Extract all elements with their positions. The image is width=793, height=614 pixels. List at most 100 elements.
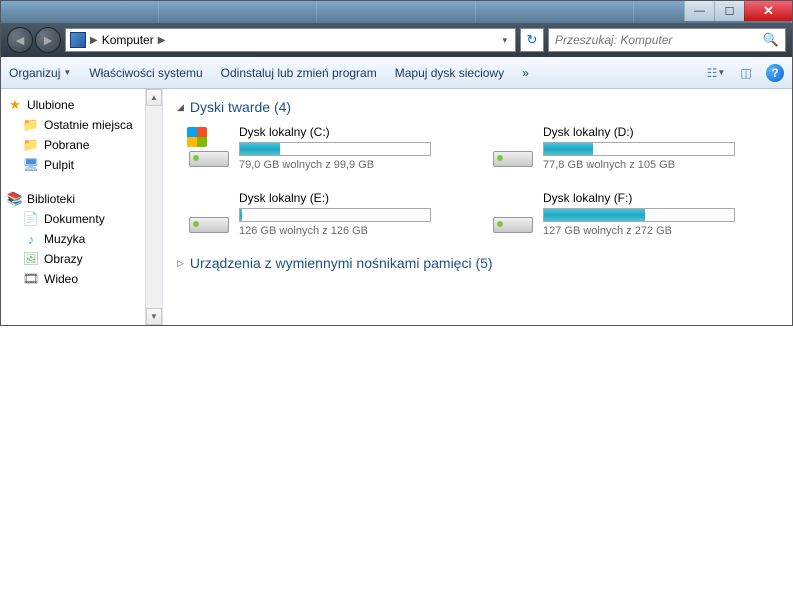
drive-item[interactable]: Dysk lokalny (F:) 127 GB wolnych z 272 GB bbox=[491, 191, 771, 237]
minimize-icon: ― bbox=[694, 5, 705, 17]
toolbar-overflow[interactable]: » bbox=[522, 66, 529, 80]
drive-item[interactable]: Dysk lokalny (C:) 79,0 GB wolnych z 99,9 … bbox=[187, 125, 467, 171]
library-icon: 📚 bbox=[7, 191, 23, 207]
search-input[interactable] bbox=[555, 33, 763, 47]
drive-info: Dysk lokalny (D:) 77,8 GB wolnych z 105 G… bbox=[543, 125, 771, 171]
chevron-down-icon: ▼ bbox=[63, 68, 71, 77]
drive-info: Dysk lokalny (F:) 127 GB wolnych z 272 GB bbox=[543, 191, 771, 237]
sidebar-item-documents[interactable]: 📄 Dokumenty bbox=[3, 209, 143, 229]
sidebar-item-label: Pobrane bbox=[44, 138, 89, 152]
organize-label: Organizuj bbox=[9, 66, 60, 80]
favorites-group[interactable]: ★ Ulubione bbox=[3, 95, 143, 115]
forward-button[interactable]: ► bbox=[35, 27, 61, 53]
drive-capacity-text: 79,0 GB wolnych z 99,9 GB bbox=[239, 159, 467, 171]
drive-info: Dysk lokalny (C:) 79,0 GB wolnych z 99,9 … bbox=[239, 125, 467, 171]
address-bar[interactable]: ▶ Komputer ▶ ▾ bbox=[65, 28, 516, 52]
capacity-bar bbox=[543, 208, 735, 222]
close-icon: ✕ bbox=[763, 3, 774, 19]
removable-section[interactable]: ▷ Urządzenia z wymiennymi nośnikami pami… bbox=[177, 255, 778, 271]
maximize-button[interactable]: ☐ bbox=[714, 1, 744, 21]
breadcrumb-sep-icon: ▶ bbox=[158, 35, 166, 46]
drive-capacity-text: 126 GB wolnych z 126 GB bbox=[239, 225, 467, 237]
uninstall-program-button[interactable]: Odinstaluj lub zmień program bbox=[221, 66, 377, 80]
arrow-left-icon: ◄ bbox=[13, 32, 27, 48]
windows-flag-icon bbox=[187, 127, 207, 147]
drive-item[interactable]: Dysk lokalny (E:) 126 GB wolnych z 126 GB bbox=[187, 191, 467, 237]
hard-drives-section[interactable]: ◢ Dyski twarde (4) bbox=[177, 99, 778, 115]
sidebar-item-label: Pulpit bbox=[44, 158, 74, 172]
breadcrumb-sep-icon: ▶ bbox=[90, 35, 98, 46]
document-icon: 📄 bbox=[23, 211, 39, 227]
drive-item[interactable]: Dysk lokalny (D:) 77,8 GB wolnych z 105 G… bbox=[491, 125, 771, 171]
drive-icon bbox=[491, 191, 535, 235]
computer-icon bbox=[70, 32, 86, 48]
drive-icon bbox=[187, 125, 231, 169]
drive-name: Dysk lokalny (E:) bbox=[239, 191, 467, 205]
title-bar[interactable]: ― ☐ ✕ bbox=[1, 1, 792, 23]
scroll-down-button[interactable]: ▼ bbox=[146, 308, 162, 325]
sidebar-scrollbar[interactable]: ▲ ▼ bbox=[145, 89, 162, 325]
sidebar-item-label: Dokumenty bbox=[44, 212, 105, 226]
scroll-up-button[interactable]: ▲ bbox=[146, 89, 162, 106]
drive-icon bbox=[491, 125, 535, 169]
nav-bar: ◄ ► ▶ Komputer ▶ ▾ ↻ 🔍 bbox=[1, 23, 792, 57]
drive-capacity-text: 127 GB wolnych z 272 GB bbox=[543, 225, 771, 237]
minimize-button[interactable]: ― bbox=[684, 1, 714, 21]
section-label: Dyski twarde (4) bbox=[190, 99, 291, 115]
search-box[interactable]: 🔍 bbox=[548, 28, 786, 52]
folder-icon: 📁 bbox=[23, 137, 39, 153]
sidebar-item-label: Ostatnie miejsca bbox=[44, 118, 133, 132]
desktop-icon: 🖥 bbox=[23, 157, 39, 173]
refresh-icon: ↻ bbox=[527, 32, 538, 48]
section-label: Urządzenia z wymiennymi nośnikami pamięc… bbox=[190, 255, 493, 271]
star-icon: ★ bbox=[7, 97, 23, 113]
preview-pane-button[interactable]: ◫ bbox=[736, 64, 756, 82]
pictures-icon: 🖼 bbox=[23, 251, 39, 267]
explorer-window: ― ☐ ✕ ◄ ► ▶ Komputer ▶ ▾ ↻ 🔍 Organizuj ▼… bbox=[0, 0, 793, 326]
capacity-bar bbox=[239, 142, 431, 156]
maximize-icon: ☐ bbox=[725, 5, 735, 18]
help-button[interactable]: ? bbox=[766, 64, 784, 82]
view-options-button[interactable]: ☷ ▼ bbox=[706, 64, 726, 82]
capacity-bar bbox=[543, 142, 735, 156]
content-area: ★ Ulubione 📁 Ostatnie miejsca 📁 Pobrane 🖥 P… bbox=[1, 89, 792, 325]
sidebar-item-downloads[interactable]: 📁 Pobrane bbox=[3, 135, 143, 155]
drive-info: Dysk lokalny (E:) 126 GB wolnych z 126 GB bbox=[239, 191, 467, 237]
sidebar-item-videos[interactable]: 🎞 Wideo bbox=[3, 269, 143, 289]
music-icon: ♪ bbox=[23, 231, 39, 247]
drive-name: Dysk lokalny (D:) bbox=[543, 125, 771, 139]
refresh-button[interactable]: ↻ bbox=[520, 28, 544, 52]
main-pane: ◢ Dyski twarde (4) Dysk lokalny (C:) 79,0… bbox=[163, 89, 792, 325]
sidebar-item-label: Muzyka bbox=[44, 232, 85, 246]
system-properties-button[interactable]: Właściwości systemu bbox=[89, 66, 202, 80]
libraries-label: Biblioteki bbox=[27, 192, 75, 206]
arrow-right-icon: ► bbox=[41, 32, 55, 48]
sidebar-item-label: Wideo bbox=[44, 272, 78, 286]
expand-icon: ▷ bbox=[177, 258, 184, 269]
folder-icon: 📁 bbox=[23, 117, 39, 133]
collapse-icon: ◢ bbox=[177, 102, 184, 113]
chevron-down-icon: ▼ bbox=[717, 68, 725, 77]
organize-menu[interactable]: Organizuj ▼ bbox=[9, 66, 71, 80]
favorites-label: Ulubione bbox=[27, 98, 74, 112]
toolbar: Organizuj ▼ Właściwości systemu Odinstal… bbox=[1, 57, 792, 89]
drive-capacity-text: 77,8 GB wolnych z 105 GB bbox=[543, 159, 771, 171]
sidebar-item-music[interactable]: ♪ Muzyka bbox=[3, 229, 143, 249]
sidebar-item-label: Obrazy bbox=[44, 252, 83, 266]
close-button[interactable]: ✕ bbox=[744, 1, 792, 21]
map-drive-button[interactable]: Mapuj dysk sieciowy bbox=[395, 66, 504, 80]
sidebar-item-pictures[interactable]: 🖼 Obrazy bbox=[3, 249, 143, 269]
back-button[interactable]: ◄ bbox=[7, 27, 33, 53]
sidebar-item-recent[interactable]: 📁 Ostatnie miejsca bbox=[3, 115, 143, 135]
video-icon: 🎞 bbox=[23, 271, 39, 287]
navigation-pane: ★ Ulubione 📁 Ostatnie miejsca 📁 Pobrane 🖥 P… bbox=[1, 89, 163, 325]
drive-icon bbox=[187, 191, 231, 235]
sidebar-item-desktop[interactable]: 🖥 Pulpit bbox=[3, 155, 143, 175]
drive-name: Dysk lokalny (F:) bbox=[543, 191, 771, 205]
address-dropdown[interactable]: ▾ bbox=[498, 35, 511, 46]
breadcrumb-location[interactable]: Komputer bbox=[102, 33, 154, 47]
capacity-bar bbox=[239, 208, 431, 222]
libraries-group[interactable]: 📚 Biblioteki bbox=[3, 189, 143, 209]
drive-name: Dysk lokalny (C:) bbox=[239, 125, 467, 139]
search-icon[interactable]: 🔍 bbox=[763, 32, 779, 48]
